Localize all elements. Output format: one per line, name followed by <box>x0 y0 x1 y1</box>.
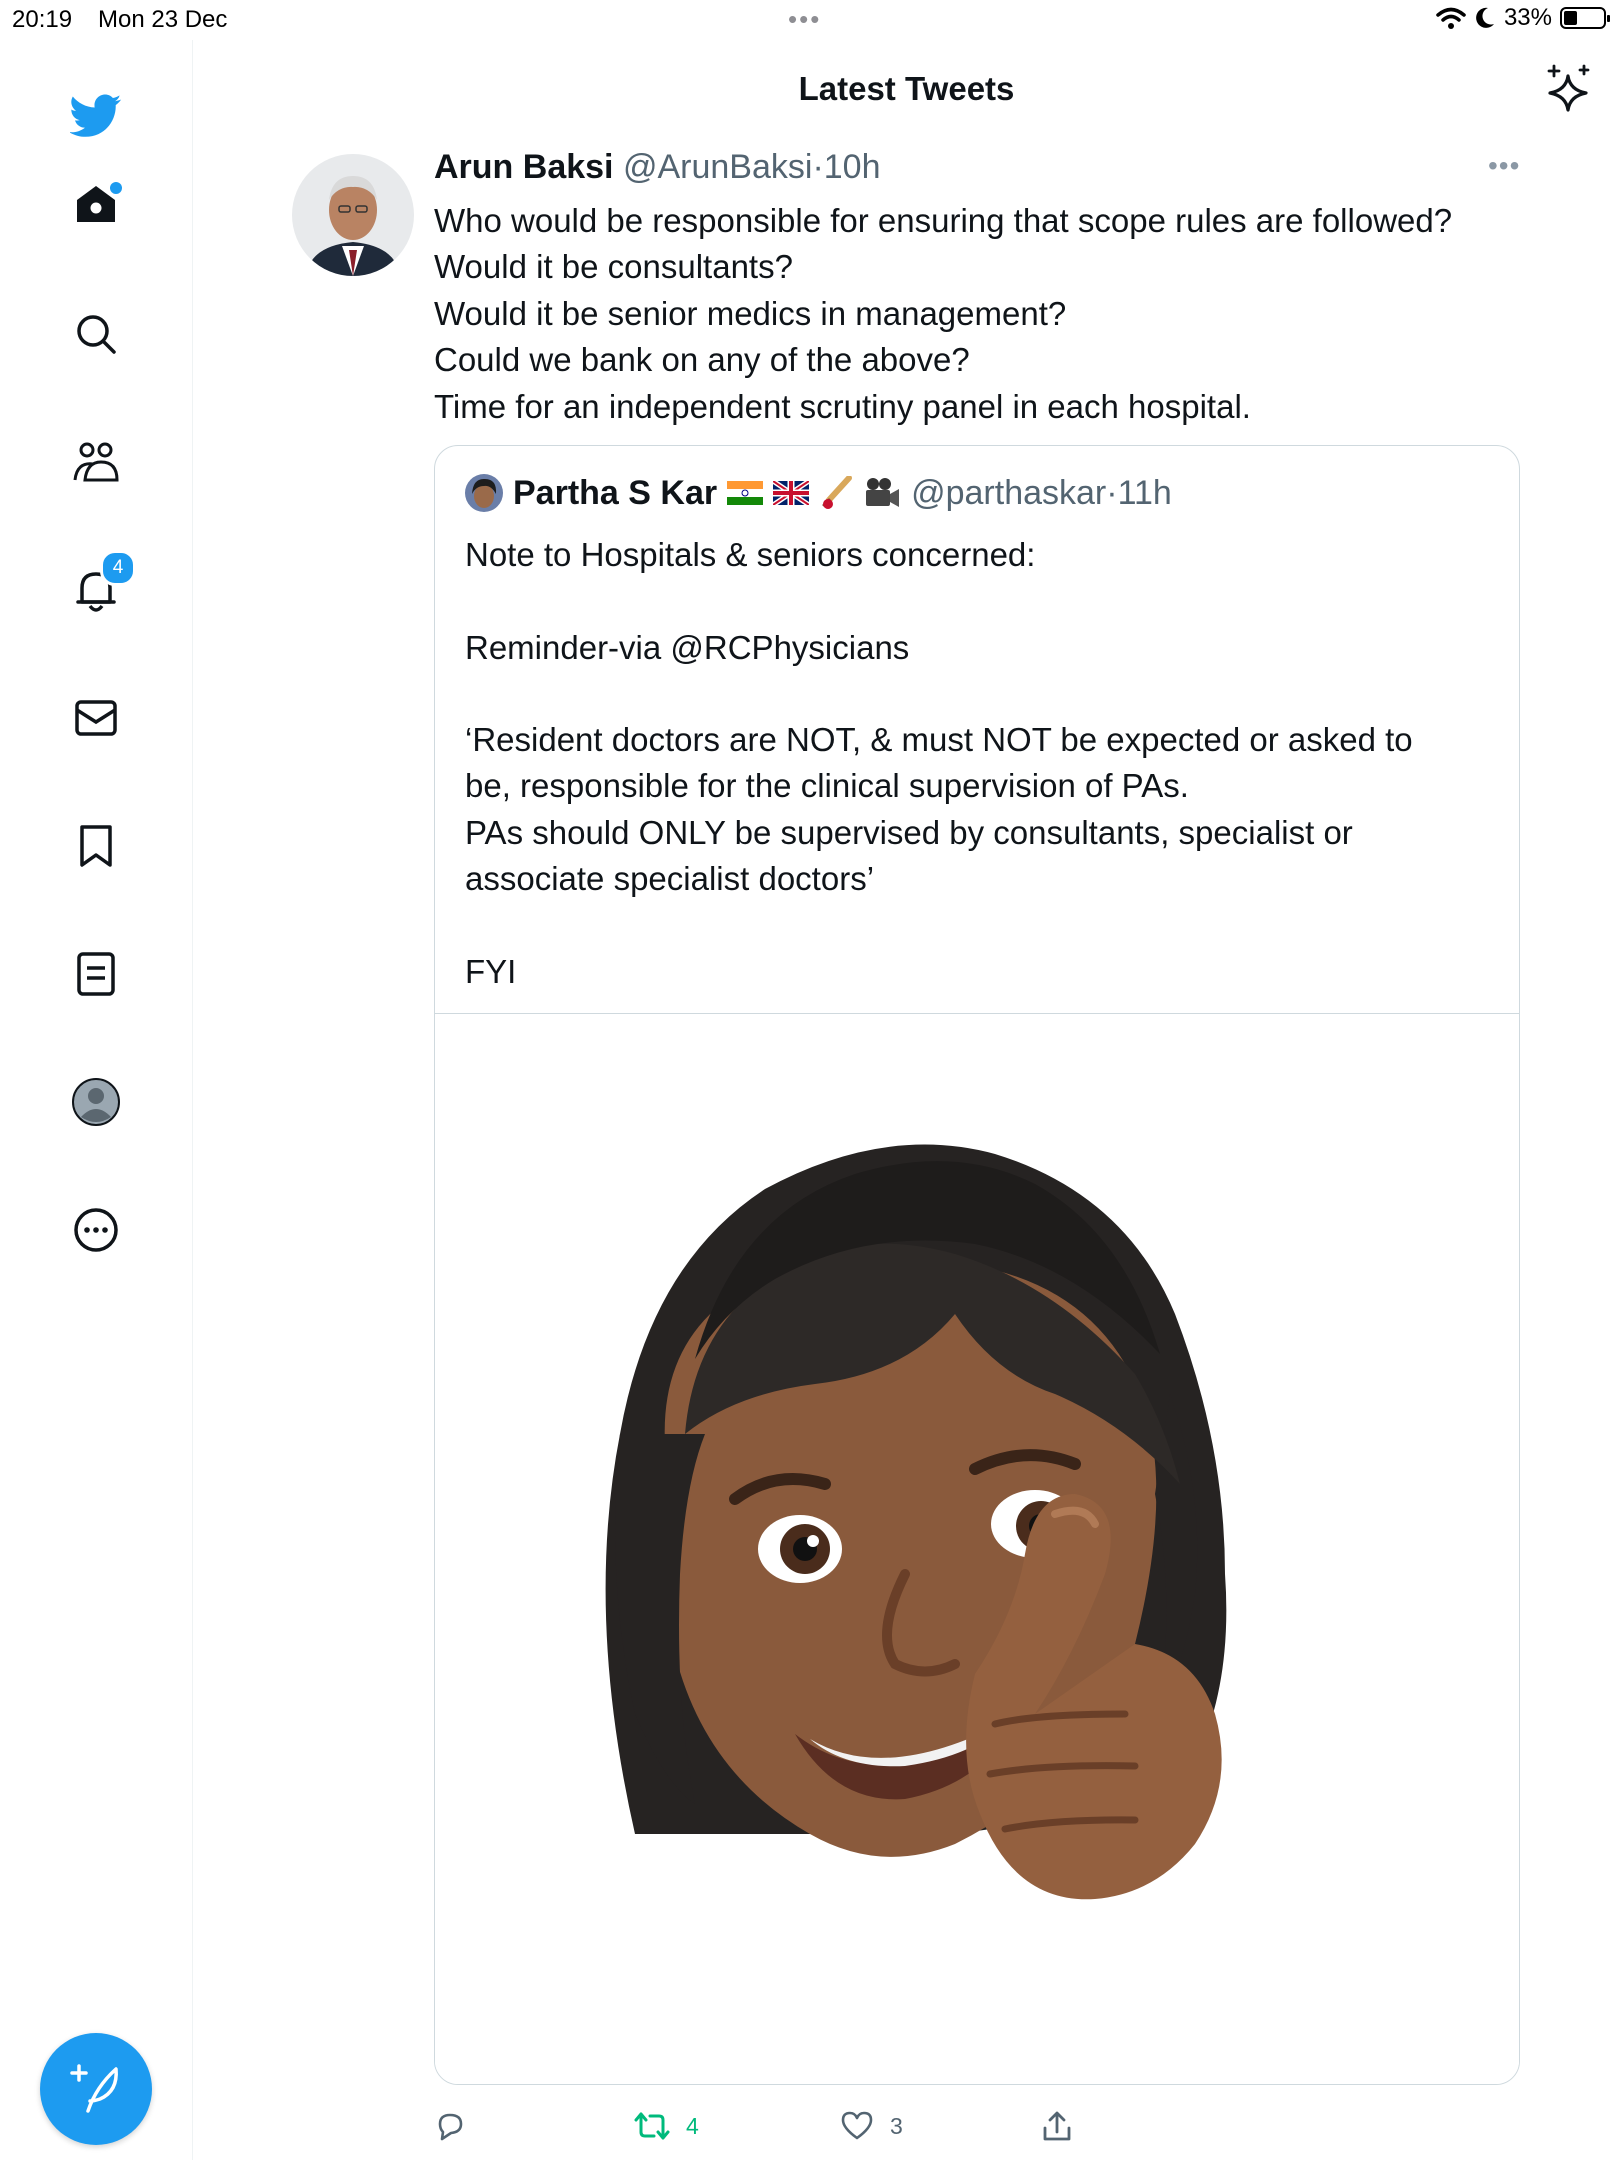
sidebar-item-messages[interactable] <box>70 692 122 744</box>
tweet-text-line: Time for an independent scrutiny panel i… <box>434 387 1251 425</box>
quoted-text-line: PAs should ONLY be supervised by consult… <box>465 813 1353 851</box>
home-notification-dot <box>110 182 122 194</box>
status-indicators: 33% <box>1436 4 1610 32</box>
retweet-button[interactable]: 4 <box>634 2110 699 2142</box>
quoted-text-line <box>465 578 1495 624</box>
quoted-tweet-text: Note to Hospitals & seniors concerned: R… <box>465 532 1495 995</box>
movie-camera-icon <box>866 478 900 507</box>
share-button[interactable] <box>1042 2110 1072 2142</box>
battery-percent: 33% <box>1503 4 1552 31</box>
tweet-text-line: Would it be senior medics in management? <box>434 294 1067 332</box>
sidebar-item-communities[interactable] <box>70 436 122 488</box>
tweet-text-line: Would it be consultants? <box>434 248 793 286</box>
quoted-text-line: be, responsible for the clinical supervi… <box>465 767 1189 805</box>
tweet-time[interactable]: 10h <box>824 148 881 186</box>
tweet-action-bar: 4 3 <box>434 2110 1520 2150</box>
sidebar-item-profile[interactable] <box>70 1076 122 1128</box>
quoted-text-line: associate specialist doctors’ <box>465 860 875 898</box>
reply-icon <box>438 2113 463 2141</box>
quoted-tweet-media[interactable] <box>435 1013 1519 2084</box>
wifi-icon <box>1436 7 1466 29</box>
reply-button[interactable] <box>434 2110 482 2142</box>
sidebar-item-bookmarks[interactable] <box>70 820 122 872</box>
search-icon <box>77 315 116 354</box>
timeline-toggle-button[interactable] <box>1546 64 1592 119</box>
compose-tweet-icon <box>70 2064 118 2113</box>
multitasking-dots-icon[interactable]: ••• <box>788 6 821 32</box>
compose-tweet-button[interactable] <box>40 2033 152 2145</box>
retweet-count: 4 <box>686 2112 699 2139</box>
quoted-text-line <box>465 671 1495 717</box>
like-button[interactable]: 3 <box>840 2110 903 2142</box>
profile-icon <box>72 1078 120 1126</box>
share-icon <box>1043 2111 1071 2141</box>
sparkle-icon <box>1547 64 1590 112</box>
tweet-text-line: Could we bank on any of the above? <box>434 341 970 379</box>
tweet-more-options-icon[interactable]: ••• <box>1488 150 1520 182</box>
status-date: Mon 23 Dec <box>98 6 228 33</box>
like-count: 3 <box>890 2112 903 2139</box>
quoted-tweet-header: Partha S Kar 🇮🇳 🇬🇧 🏏 🎥 @parthaskar·11h <box>465 472 1172 514</box>
retweet-icon <box>634 2112 670 2140</box>
sidebar-item-notifications[interactable]: 4 <box>70 550 136 616</box>
quoted-tweet-separator: · <box>1106 473 1118 512</box>
lists-icon <box>77 952 115 996</box>
messages-icon <box>75 700 117 736</box>
tweet-text-line: Who would be responsible for ensuring th… <box>434 202 1453 239</box>
page-title: Latest Tweets <box>798 70 1015 107</box>
communities-icon <box>73 442 119 482</box>
quoted-text-line: Reminder-via @RCPhysicians <box>465 628 910 666</box>
quoted-author-handle: @parthaskar <box>911 473 1107 512</box>
sidebar-item-lists[interactable] <box>70 948 122 1000</box>
tweet-text: Who would be responsible for ensuring th… <box>434 198 1514 430</box>
battery-icon <box>1560 7 1610 29</box>
quoted-tweet-time: 11h <box>1117 473 1172 512</box>
do-not-disturb-moon-icon <box>1476 7 1494 28</box>
tweet-separator: · <box>812 148 824 186</box>
author-name[interactable]: Arun Baksi <box>434 148 614 186</box>
notifications-badge: 4 <box>100 550 136 586</box>
heart-icon <box>841 2111 873 2140</box>
tweet-header: Arun Baksi @ArunBaksi·10h <box>434 148 881 187</box>
quoted-tweet-card[interactable]: Partha S Kar 🇮🇳 🇬🇧 🏏 🎥 @parthaskar·11h N… <box>434 445 1520 2085</box>
sidebar-item-more[interactable] <box>70 1204 122 1256</box>
uk-flag-icon <box>773 481 810 505</box>
sidebar: 4 <box>0 40 193 2160</box>
status-bar: 20:19 Mon 23 Dec ••• 33% <box>0 0 1620 40</box>
sidebar-item-search[interactable] <box>70 308 122 360</box>
status-time: 20:19 <box>12 6 73 33</box>
more-icon <box>74 1208 118 1252</box>
sidebar-item-home[interactable] <box>70 178 122 230</box>
quoted-text-line: Note to Hospitals & seniors concerned: <box>465 536 1036 573</box>
cricket-icon <box>822 476 853 509</box>
battery-fill <box>1564 11 1577 25</box>
quoted-author-name: Partha S Kar <box>513 473 718 512</box>
author-handle[interactable]: @ArunBaksi <box>623 148 812 186</box>
twitter-logo-icon[interactable] <box>70 90 122 142</box>
quoted-text-line <box>465 902 1495 948</box>
quoted-author-avatar <box>465 474 503 512</box>
bookmarks-icon <box>80 825 112 867</box>
author-avatar[interactable] <box>292 154 414 276</box>
india-flag-icon <box>727 481 764 505</box>
timeline-header: Latest Tweets <box>193 40 1620 140</box>
quoted-text-line: FYI <box>465 952 517 990</box>
memoji-thumbs-up-image <box>605 1144 1227 1900</box>
quoted-text-line: ‘Resident doctors are NOT, & must NOT be… <box>465 721 1413 759</box>
